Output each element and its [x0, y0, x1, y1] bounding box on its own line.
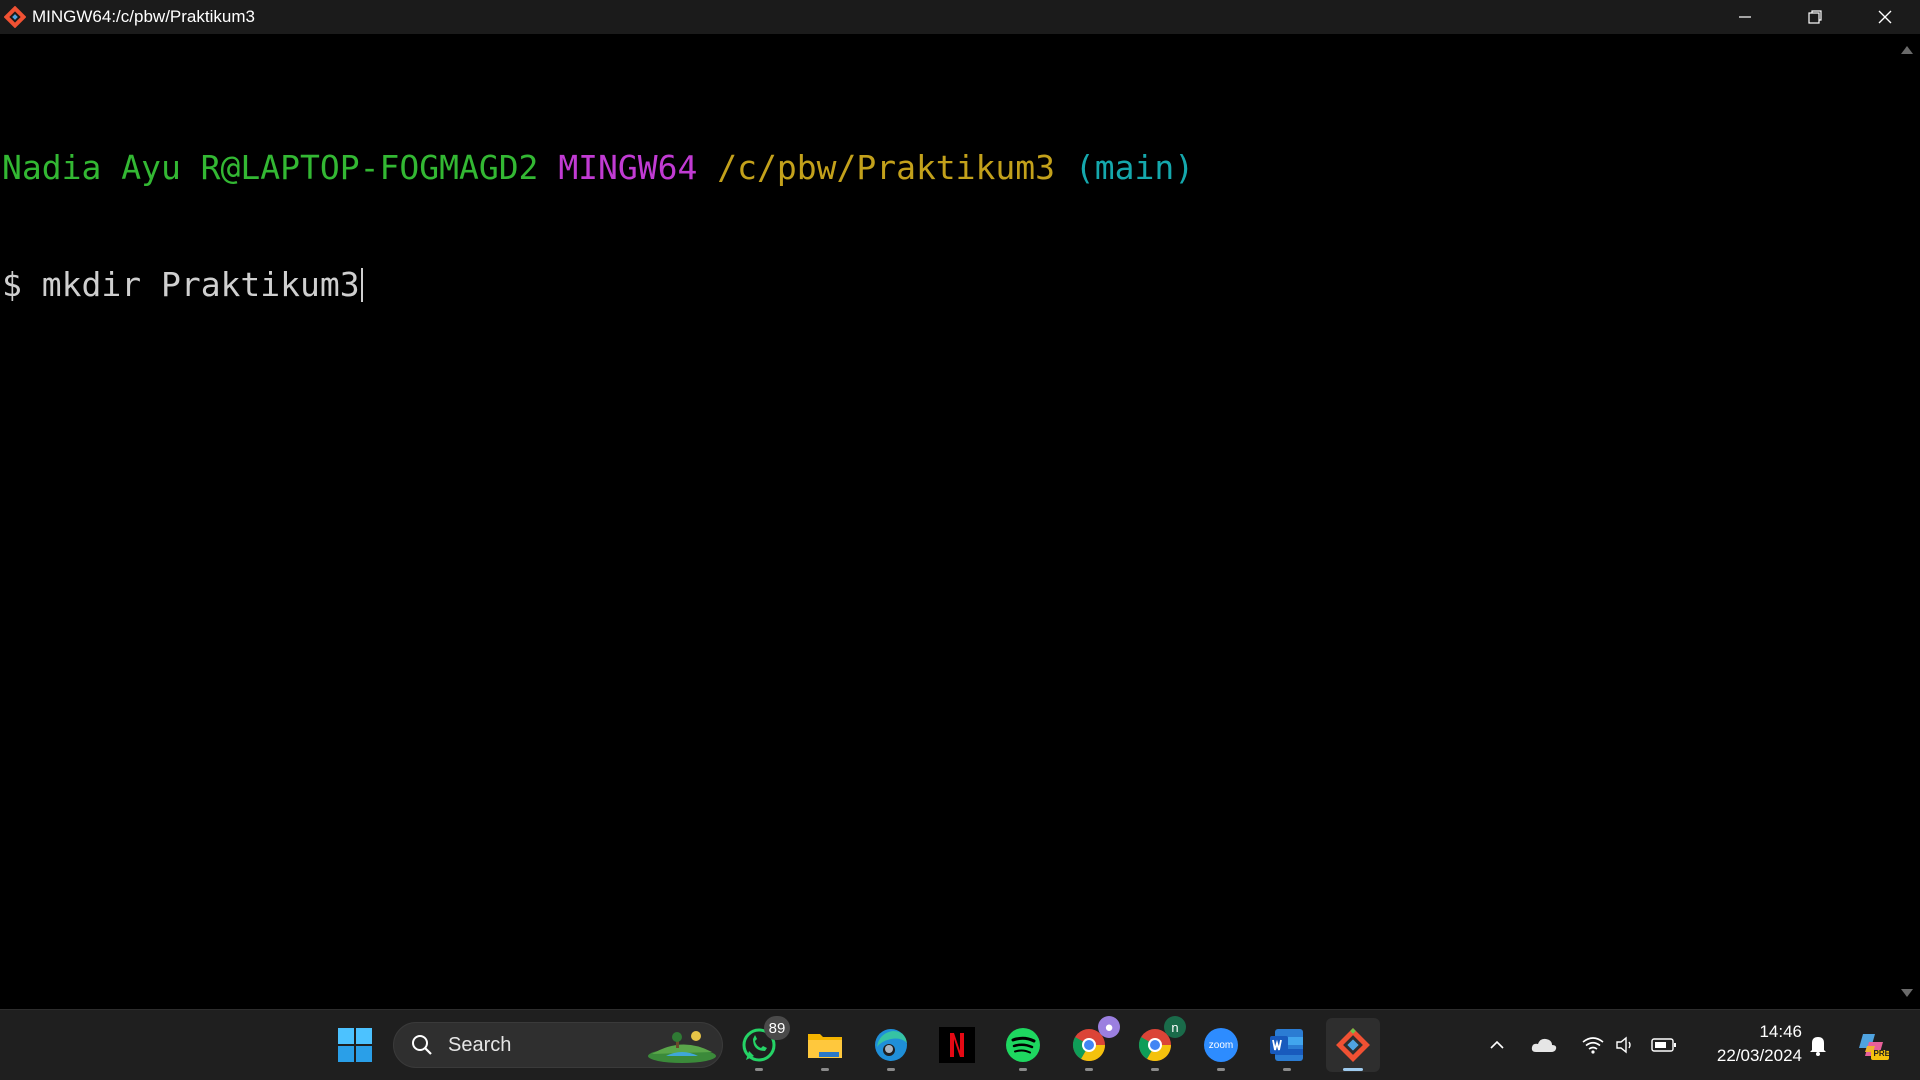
notifications-button[interactable] — [1801, 1028, 1835, 1062]
title-bar[interactable]: MINGW64:/c/pbw/Praktikum3 — [0, 0, 1920, 34]
running-indicator — [821, 1068, 829, 1071]
running-indicator — [1217, 1068, 1225, 1071]
prompt-path: /c/pbw/Praktikum3 — [717, 148, 1056, 187]
taskbar-clock[interactable]: 14:46 22/03/2024 — [1696, 1020, 1802, 1068]
zoom-label: zoom — [1208, 1039, 1234, 1051]
battery-tray[interactable] — [1647, 1028, 1681, 1062]
chrome-profile-letter: n — [1164, 1016, 1186, 1038]
chevron-up-icon — [1490, 1040, 1504, 1049]
running-indicator — [1085, 1068, 1093, 1071]
windows-logo-icon — [338, 1028, 372, 1062]
network-tray[interactable] — [1576, 1028, 1610, 1062]
taskbar-whatsapp[interactable]: 89 — [732, 1016, 790, 1072]
cloud-icon — [1531, 1038, 1557, 1052]
copilot-preview-badge: PRE — [1873, 1049, 1890, 1058]
minimize-icon — [1739, 16, 1751, 18]
start-button[interactable] — [328, 1018, 382, 1072]
prompt-system: MINGW64 — [558, 148, 698, 187]
command-text: mkdir Praktikum3 — [41, 265, 360, 304]
restore-button[interactable] — [1780, 0, 1850, 34]
taskbar-edge[interactable] — [864, 1018, 918, 1072]
show-hidden-icons-button[interactable] — [1480, 1028, 1514, 1062]
netflix-icon — [939, 1027, 975, 1063]
clock-date: 22/03/2024 — [1716, 1046, 1802, 1065]
running-indicator — [755, 1068, 763, 1071]
scroll-down-arrow-icon[interactable] — [1901, 989, 1913, 997]
clock-time: 14:46 — [1759, 1022, 1802, 1041]
command-line[interactable]: $ mkdir Praktikum3 — [0, 265, 1895, 304]
running-indicator — [1019, 1068, 1027, 1071]
prompt-line: Nadia Ayu R@LAPTOP-FOGMAGD2 MINGW64 /c/p… — [0, 148, 1895, 187]
taskbar-zoom[interactable]: zoom — [1194, 1018, 1248, 1072]
wifi-icon — [1582, 1037, 1604, 1054]
speaker-icon — [1616, 1036, 1631, 1054]
prompt-user-host: Nadia Ayu R@LAPTOP-FOGMAGD2 — [2, 148, 539, 187]
minimize-button[interactable] — [1710, 0, 1780, 34]
window-title: MINGW64:/c/pbw/Praktikum3 — [32, 7, 255, 26]
search-placeholder: Search — [448, 1033, 512, 1056]
search-highlight-illustration-icon — [648, 1031, 716, 1063]
git-bash-icon — [1336, 1028, 1370, 1062]
edge-browser-icon — [875, 1029, 907, 1061]
terminal-output[interactable]: Nadia Ayu R@LAPTOP-FOGMAGD2 MINGW64 /c/p… — [0, 34, 1895, 1009]
close-button[interactable] — [1850, 0, 1920, 34]
git-bash-icon — [4, 6, 26, 28]
word-icon — [1270, 1029, 1303, 1061]
prompt-branch: (main) — [1074, 148, 1195, 187]
battery-icon — [1651, 1038, 1676, 1052]
spotify-icon — [1006, 1028, 1040, 1062]
taskbar-search-box[interactable]: Search — [393, 1022, 723, 1068]
folder-icon — [808, 1034, 842, 1058]
taskbar-git-bash[interactable] — [1326, 1018, 1380, 1072]
taskbar-chrome-profile-2[interactable]: n — [1128, 1016, 1186, 1072]
close-icon — [1878, 10, 1892, 24]
chrome-profile-avatar-icon: ● — [1098, 1016, 1120, 1038]
scroll-up-arrow-icon[interactable] — [1901, 46, 1913, 54]
restore-icon — [1808, 10, 1822, 24]
onedrive-tray[interactable] — [1527, 1028, 1561, 1062]
running-indicator — [1151, 1068, 1159, 1071]
taskbar-file-explorer[interactable] — [798, 1018, 852, 1072]
taskbar-spotify[interactable] — [996, 1018, 1050, 1072]
taskbar-chrome-profile-1[interactable]: ● — [1062, 1016, 1120, 1072]
taskbar-netflix[interactable] — [930, 1018, 984, 1072]
taskbar-word[interactable] — [1260, 1018, 1314, 1072]
running-indicator — [1283, 1068, 1291, 1071]
prompt-symbol: $ — [2, 265, 22, 304]
bell-icon — [1810, 1037, 1826, 1056]
vertical-scrollbar[interactable] — [1895, 34, 1920, 1009]
search-icon — [412, 1035, 432, 1055]
copilot-button[interactable]: PRE — [1855, 1028, 1890, 1062]
whatsapp-badge: 89 — [764, 1016, 790, 1040]
taskbar: Search 89 ● n zoom 14:46 22/03/2024 PRE — [0, 1009, 1920, 1080]
text-cursor — [360, 268, 363, 302]
running-indicator — [887, 1068, 895, 1071]
running-indicator — [1343, 1068, 1363, 1071]
volume-tray[interactable] — [1609, 1028, 1643, 1062]
